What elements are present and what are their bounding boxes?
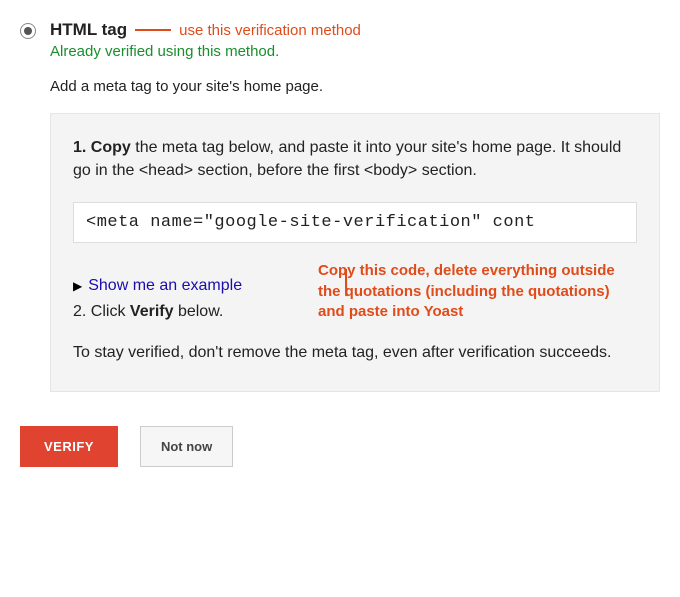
verify-button[interactable]: VERIFY — [20, 426, 118, 467]
show-example-label: Show me an example — [88, 277, 242, 295]
annotation-use-method: use this verification method — [179, 22, 361, 39]
step-2-text: 2. Click Verify below. — [73, 303, 637, 321]
verification-method-radio[interactable] — [20, 23, 36, 39]
instructions-panel: 1. Copy the meta tag below, and paste it… — [50, 113, 660, 392]
disclosure-triangle-icon: ▶ — [73, 279, 82, 293]
not-now-button[interactable]: Not now — [140, 426, 233, 467]
option-description: Add a meta tag to your site's home page. — [50, 78, 660, 95]
step-2-prefix: 2. Click — [73, 303, 130, 320]
annotation-connector-line — [135, 29, 171, 31]
show-example-link[interactable]: ▶ Show me an example — [73, 277, 242, 295]
step-1-label: 1. Copy — [73, 139, 131, 156]
step-1-text: 1. Copy the meta tag below, and paste it… — [73, 136, 637, 182]
step-2-suffix: below. — [174, 303, 224, 320]
stay-verified-note: To stay verified, don't remove the meta … — [73, 341, 637, 364]
verified-status-text: Already verified using this method. — [50, 43, 660, 60]
meta-tag-code[interactable]: <meta name="google-site-verification" co… — [73, 202, 637, 243]
step-2-bold: Verify — [130, 303, 174, 320]
radio-selected-dot — [24, 27, 32, 35]
option-title: HTML tag — [50, 20, 127, 40]
step-1-body: the meta tag below, and paste it into yo… — [73, 139, 621, 179]
